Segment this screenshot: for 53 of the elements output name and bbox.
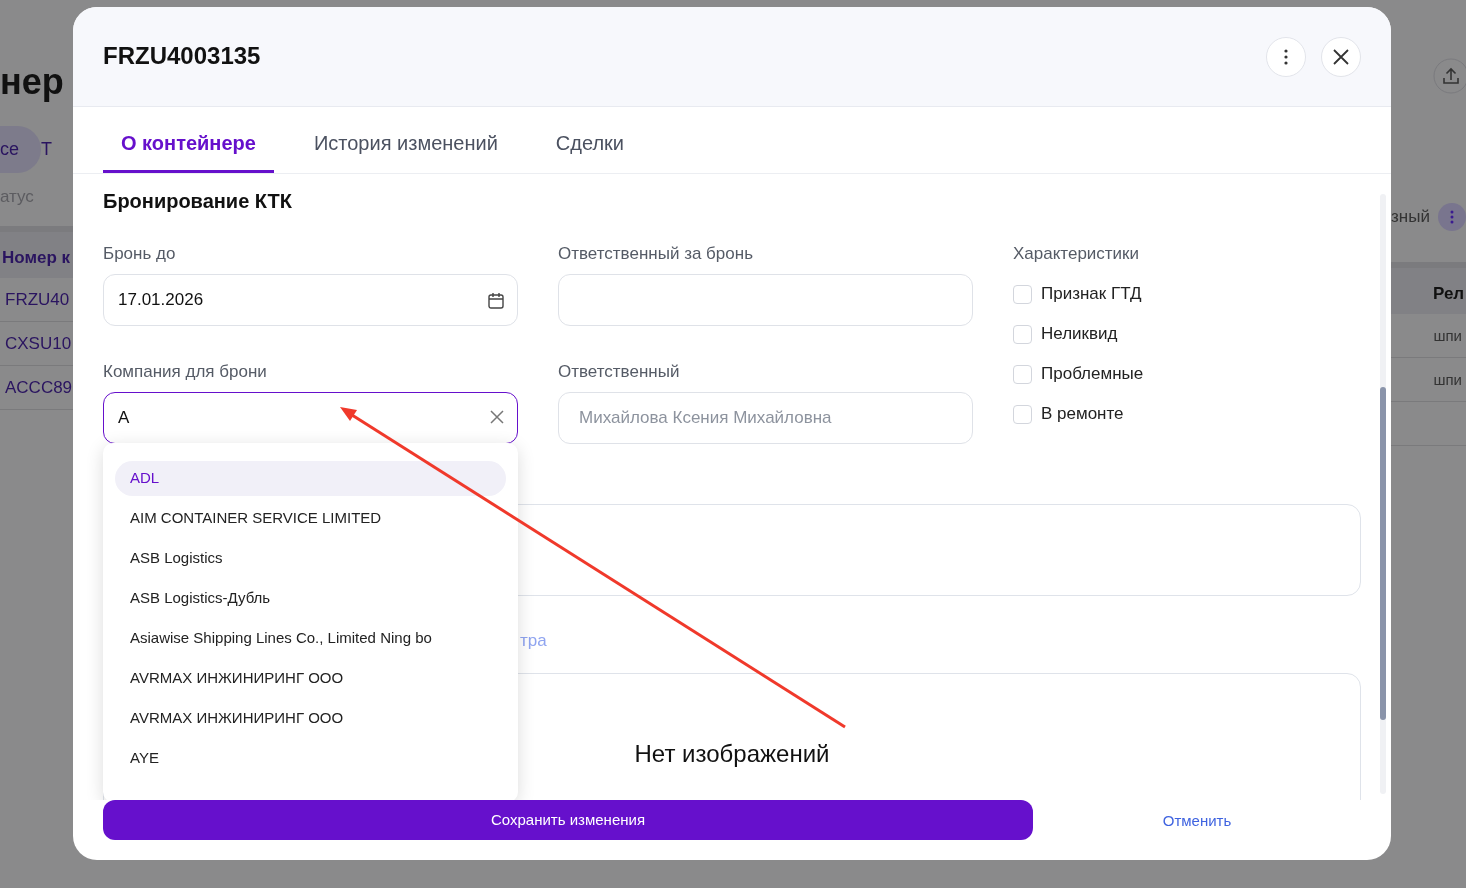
more-button[interactable]: [1437, 203, 1466, 231]
filter-value: зный: [1391, 206, 1430, 229]
table-cell[interactable]: CXSU10: [0, 334, 72, 353]
kebab-icon: [1449, 210, 1454, 224]
checkbox[interactable]: [1013, 404, 1032, 424]
checkbox[interactable]: [1013, 324, 1032, 344]
dropdown-option[interactable]: ASB Logistics: [115, 541, 506, 576]
dropdown-option[interactable]: Asiawise Shipping Lines Co., Limited Ning bo: [115, 621, 506, 656]
table-cell: шпи: [1433, 327, 1462, 344]
clear-icon[interactable]: [490, 410, 504, 424]
column-header: Рел: [1432, 284, 1465, 303]
tab[interactable]: Сделки: [537, 128, 642, 173]
kebab-icon: [1284, 48, 1288, 65]
save-button[interactable]: Сохранить изменения: [103, 800, 1033, 840]
table-cell: шпи: [1433, 371, 1462, 388]
field-label: Ответственный: [558, 361, 681, 383]
scrollbar[interactable]: [1380, 194, 1386, 794]
dropdown-option[interactable]: AYE: [115, 741, 506, 776]
checkbox-label: Неликвид: [1041, 323, 1118, 346]
dialog-title: FRZU4003135: [103, 42, 261, 71]
company-field[interactable]: A: [103, 392, 518, 444]
checkbox-label: Проблемные: [1041, 363, 1144, 386]
checkbox[interactable]: [1013, 364, 1032, 384]
calendar-icon[interactable]: [488, 292, 504, 309]
field-label: Ответственный за бронь: [558, 243, 754, 265]
field-label: Бронь до: [103, 243, 177, 265]
table-cell[interactable]: FRZU40: [0, 290, 70, 309]
empty-text: Нет изображений: [634, 739, 830, 768]
dropdown-option[interactable]: AIM CONTAINER SERVICE LIMITED: [115, 501, 506, 536]
table-cell[interactable]: ACCC89: [0, 378, 73, 397]
close-button[interactable]: [1321, 36, 1361, 77]
more-button[interactable]: [1266, 36, 1306, 77]
date-field[interactable]: 17.01.2026: [103, 274, 518, 326]
close-icon: [1333, 48, 1349, 65]
field-label: Характеристики: [1013, 243, 1141, 265]
upload-icon[interactable]: [1433, 58, 1466, 94]
checkbox[interactable]: [1013, 284, 1032, 304]
tab[interactable]: История изменений: [295, 128, 516, 173]
filter-chip[interactable]: се: [0, 126, 41, 173]
tab[interactable]: О контейнере: [103, 128, 274, 173]
dropdown-option[interactable]: ASB Logistics-Дубль: [115, 581, 506, 616]
dropdown-option[interactable]: AVRMAX ИНЖИНИРИНГ ООО: [115, 701, 506, 736]
cancel-button[interactable]: Отменить: [1033, 800, 1361, 842]
text-field[interactable]: [558, 274, 973, 326]
page-title: нер: [0, 60, 65, 104]
column-header: Номер к: [1, 248, 71, 267]
field-label: Компания для брони: [103, 361, 268, 383]
filter-chip[interactable]: Т: [41, 126, 73, 173]
section-title: Бронирование КТК: [103, 189, 293, 214]
checkbox-label: Признак ГТД: [1041, 283, 1142, 306]
checkbox-label: В ремонте: [1041, 403, 1124, 426]
dropdown-option[interactable]: AVRMAX ИНЖИНИРИНГ ООО: [115, 661, 506, 696]
dropdown-option[interactable]: ADL: [115, 461, 506, 496]
